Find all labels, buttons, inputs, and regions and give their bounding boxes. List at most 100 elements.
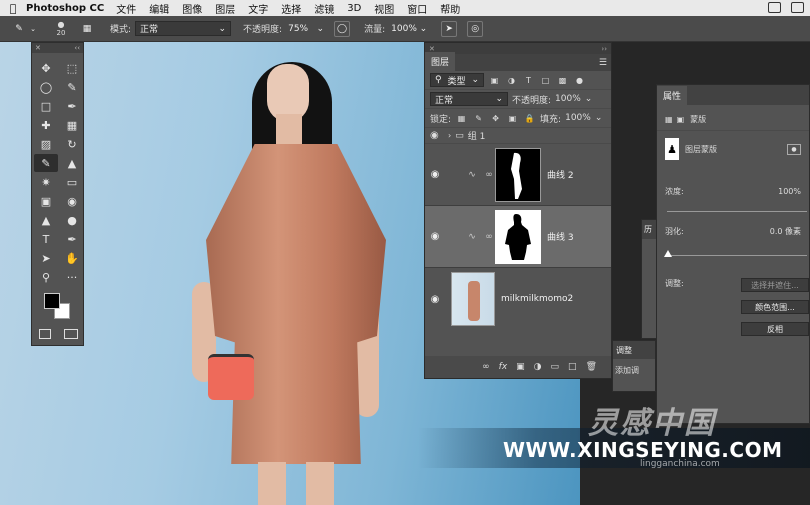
eye-icon[interactable]: ◉	[430, 130, 444, 141]
app-menu[interactable]: Photoshop CC	[26, 3, 104, 14]
airbrush-button[interactable]: ➤	[441, 20, 458, 37]
lock-all-icon[interactable]: 🔒	[523, 112, 536, 125]
burn-tool-icon[interactable]: ●	[60, 211, 84, 229]
menu-help[interactable]: 帮助	[440, 1, 460, 16]
menu-window[interactable]: 窗口	[407, 1, 427, 16]
stamp-tool-icon[interactable]: ▲	[60, 154, 84, 172]
more-tools-icon[interactable]: ···	[60, 268, 84, 286]
color-range-button[interactable]: 颜色范围...	[741, 300, 809, 314]
close-icon[interactable]: ✕	[35, 44, 41, 52]
layer-opacity-value[interactable]: 100%	[555, 94, 581, 104]
filter-adjustment-icon[interactable]: ◑	[505, 74, 518, 87]
mode-select[interactable]: 正常 ⌄	[135, 21, 232, 36]
link-layers-icon[interactable]: ∞	[482, 362, 490, 372]
brush-panel-icon[interactable]: ▦	[78, 20, 96, 38]
display-icon[interactable]	[791, 2, 804, 13]
fx-icon[interactable]: fx	[499, 362, 508, 372]
chevron-down-icon[interactable]: ⌄	[585, 94, 593, 104]
lock-position-icon[interactable]: ✥	[489, 112, 502, 125]
eraser-tool-icon[interactable]: ▭	[60, 173, 84, 191]
healing-brush-tool-icon[interactable]: ✚	[34, 116, 58, 134]
screen-record-icon[interactable]	[768, 2, 781, 13]
layer-name[interactable]: 曲线 2	[547, 168, 574, 181]
pixel-mask-icon[interactable]: ▦	[665, 115, 673, 124]
menu-file[interactable]: 文件	[116, 1, 136, 16]
filter-pixel-icon[interactable]: ▣	[488, 74, 501, 87]
feather-slider[interactable]	[667, 255, 807, 256]
tab-layers[interactable]: 图层	[425, 52, 456, 71]
gradient-tool-icon[interactable]: ▣	[34, 192, 58, 210]
menu-type[interactable]: 文字	[248, 1, 268, 16]
lock-transparent-icon[interactable]: ▦	[455, 112, 468, 125]
flow-field[interactable]: 100% ⌄	[387, 21, 431, 36]
select-and-mask-button[interactable]: 选择并遮住...	[741, 278, 809, 292]
new-group-icon[interactable]: ▭	[551, 362, 560, 372]
tools-panel-header[interactable]: ✕ ‹‹	[32, 43, 83, 53]
tab-history[interactable]: 历	[642, 220, 656, 239]
feather-value[interactable]: 0.0 像素	[770, 226, 801, 237]
filter-smart-object-icon[interactable]: ▩	[556, 74, 569, 87]
pen-tool-icon[interactable]: ✒	[60, 230, 84, 248]
menu-image[interactable]: 图像	[182, 1, 202, 16]
layer-mask-thumbnail[interactable]	[495, 147, 541, 202]
filter-type-icon[interactable]: T	[522, 74, 535, 87]
expand-arrow-icon[interactable]: ›	[448, 131, 451, 140]
patch-tool-icon[interactable]: ▦	[60, 116, 84, 134]
lock-image-icon[interactable]: ✎	[472, 112, 485, 125]
chevron-down-icon[interactable]: ⌄	[595, 113, 603, 123]
eye-icon[interactable]: ◉	[425, 294, 445, 305]
trash-icon[interactable]: 🗑	[586, 362, 597, 372]
eyedropper-tool-icon[interactable]: ✒	[60, 97, 84, 115]
path-select-tool-icon[interactable]: ➤	[34, 249, 58, 267]
move-tool-icon[interactable]: ✥	[34, 59, 58, 77]
layer-group-row[interactable]: ◉ › ▭ 组 1	[425, 128, 611, 144]
new-adjustment-icon[interactable]: ◑	[534, 362, 542, 372]
type-tool-icon[interactable]: T	[34, 230, 58, 248]
menu-select[interactable]: 选择	[281, 1, 301, 16]
layer-name[interactable]: milkmilkmomo2	[501, 294, 573, 304]
zoom-tool-icon[interactable]: ⚲	[34, 268, 58, 286]
feather-slider-handle[interactable]	[664, 250, 672, 257]
density-value[interactable]: 100%	[778, 187, 801, 196]
brush-tool-icon[interactable]: ✎	[10, 20, 28, 38]
layer-row-curves-3[interactable]: ◉ ∿ ∞ 曲线 3	[425, 206, 611, 268]
brush-tool-icon[interactable]: ✎	[34, 154, 58, 172]
filter-toggle-icon[interactable]: ●	[573, 74, 586, 87]
crop-tool-icon[interactable]: □	[34, 97, 58, 115]
brush-preset-picker[interactable]: ● 20	[52, 20, 70, 37]
layer-row-photo[interactable]: ◉ milkmilkmomo2	[425, 268, 611, 330]
photo-layer-thumbnail[interactable]	[451, 272, 495, 326]
panel-menu-icon[interactable]: ☰	[599, 58, 607, 68]
eye-icon[interactable]: ◉	[425, 231, 445, 242]
tool-preset-chevron-icon[interactable]: ⌄	[28, 20, 38, 38]
marquee-tool-icon[interactable]: ⬚	[60, 59, 84, 77]
link-icon[interactable]: ∞	[483, 232, 495, 242]
layer-name[interactable]: 曲线 3	[547, 230, 574, 243]
slice-tool-icon[interactable]: ▨	[34, 135, 58, 153]
filter-shape-icon[interactable]: □	[539, 74, 552, 87]
vector-mask-icon[interactable]: ▣	[677, 115, 685, 124]
history-brush-tool-icon[interactable]: ✷	[34, 173, 58, 191]
fill-value[interactable]: 100%	[565, 113, 591, 123]
menu-view[interactable]: 视图	[374, 1, 394, 16]
add-mask-icon[interactable]: ▣	[516, 362, 525, 372]
menu-3d[interactable]: 3D	[347, 3, 361, 14]
tab-properties[interactable]: 属性	[657, 86, 688, 105]
quick-mask-icon[interactable]	[39, 329, 51, 339]
density-slider[interactable]	[667, 211, 807, 212]
layer-blend-mode-select[interactable]: 正常 ⌄	[430, 92, 508, 106]
blur-tool-icon[interactable]: ◉	[60, 192, 84, 210]
frame-tool-icon[interactable]: ↻	[60, 135, 84, 153]
menu-filter[interactable]: 滤镜	[314, 1, 334, 16]
lasso-tool-icon[interactable]: ◯	[34, 78, 58, 96]
layer-row-curves-2[interactable]: ◉ ∿ ∞ 曲线 2	[425, 144, 611, 206]
menu-edit[interactable]: 编辑	[149, 1, 169, 16]
new-layer-icon[interactable]: □	[568, 362, 577, 372]
menu-layer[interactable]: 图层	[215, 1, 235, 16]
pressure-size-button[interactable]: ◎	[467, 20, 484, 37]
layer-filter-select[interactable]: ⚲ 类型 ⌄	[430, 73, 484, 87]
foreground-color-swatch[interactable]	[44, 293, 60, 309]
collapse-icon[interactable]: ‹‹	[74, 44, 80, 52]
hand-tool-icon[interactable]: ✋	[60, 249, 84, 267]
screen-mode-icon[interactable]	[64, 329, 78, 339]
